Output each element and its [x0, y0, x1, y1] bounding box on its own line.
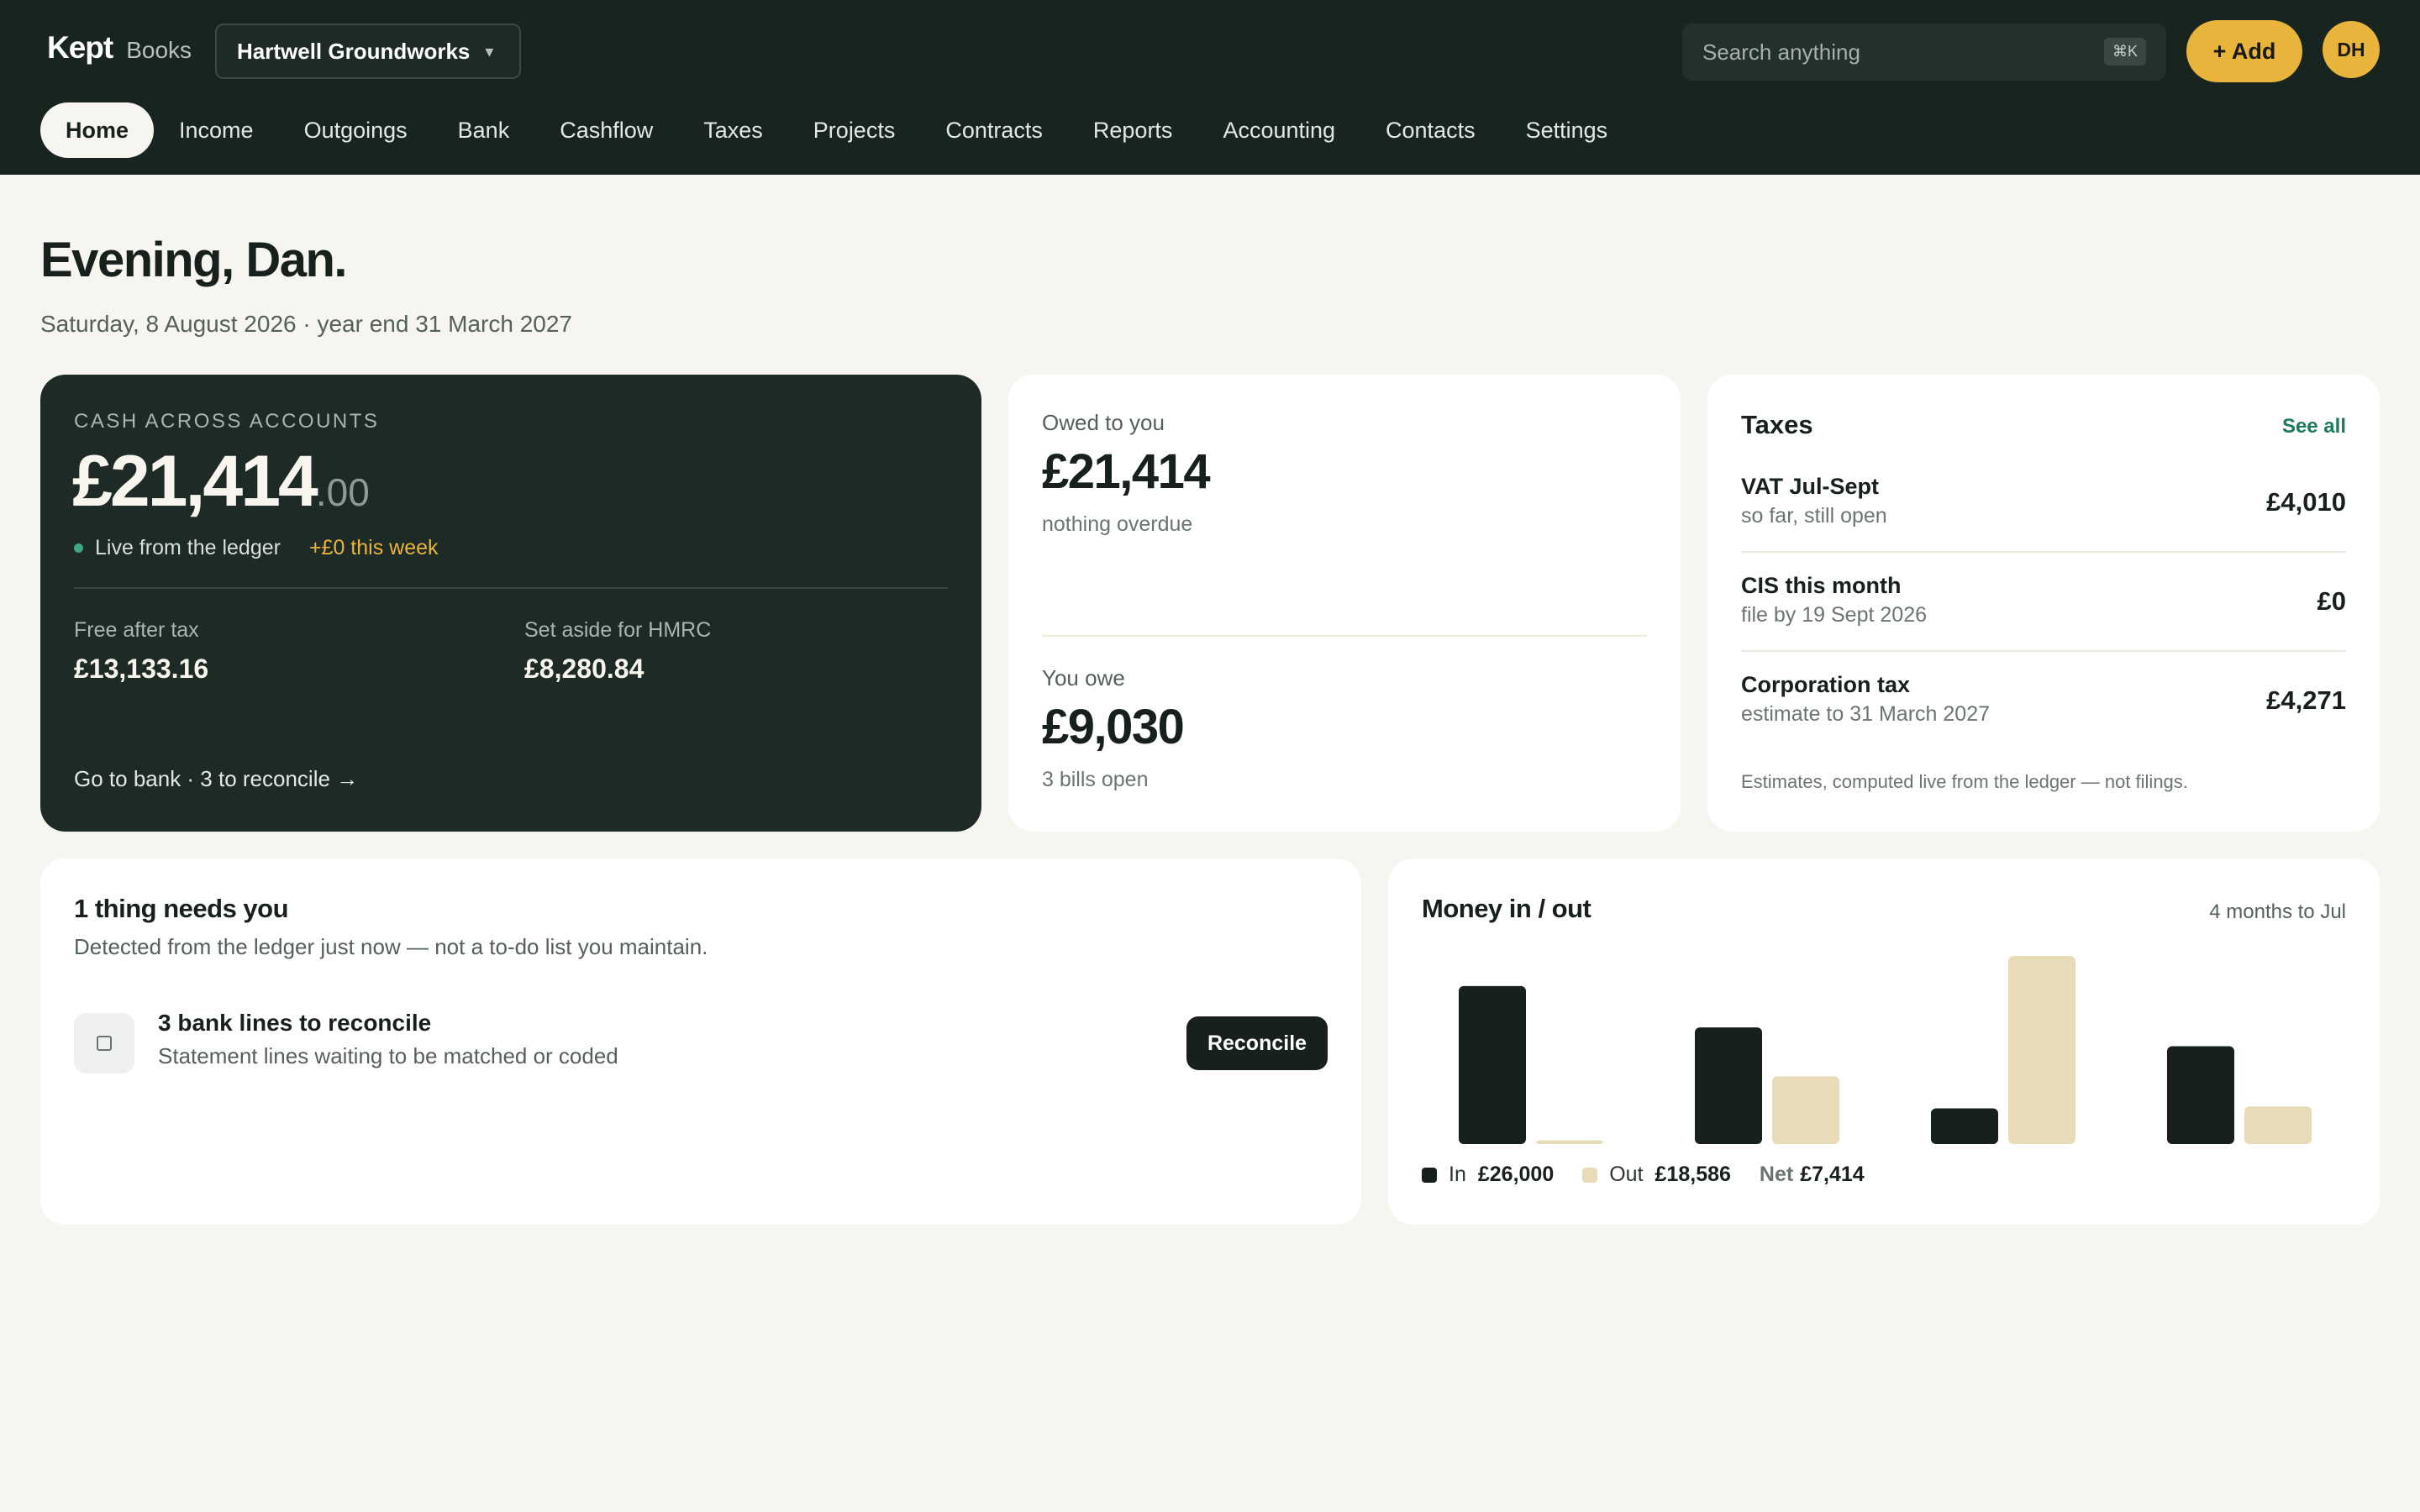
- needs-card: 1 thing needs you Detected from the ledg…: [40, 858, 1361, 1225]
- shortcut-badge: ⌘K: [2103, 38, 2146, 66]
- search-placeholder: Search anything: [1702, 39, 1860, 65]
- tax-desc: estimate to 31 March 2027: [1741, 702, 1990, 726]
- bar-out-2[interactable]: [1772, 1076, 1839, 1144]
- company-name: Hartwell Groundworks: [237, 38, 471, 64]
- brand-sub: Books: [126, 37, 192, 63]
- chevron-down-icon: ▾: [485, 42, 494, 61]
- divider: [1042, 635, 1647, 637]
- see-all-link[interactable]: See all: [2282, 415, 2346, 438]
- needs-title: 1 thing needs you: [74, 894, 289, 923]
- nav-item-bank[interactable]: Bank: [433, 102, 535, 158]
- main-nav: Home Income Outgoings Bank Cashflow Taxes Proj…: [40, 102, 1633, 158]
- cash-amount-decimal: .00: [315, 470, 370, 514]
- bar-in-3[interactable]: [1931, 1108, 1998, 1144]
- avatar[interactable]: DH: [2323, 21, 2380, 78]
- nav-item-taxes[interactable]: Taxes: [678, 102, 788, 158]
- bar-out-4[interactable]: [2244, 1106, 2312, 1144]
- top-bar: Kept Books Hartwell Groundworks ▾ Search…: [0, 0, 2420, 175]
- bar-in-2[interactable]: [1695, 1027, 1762, 1144]
- nav-item-accounting[interactable]: Accounting: [1197, 102, 1360, 158]
- legend-net-label: Net: [1759, 1163, 1794, 1186]
- tax-row-corporation[interactable]: Corporation tax estimate to 31 March 202…: [1741, 672, 2346, 771]
- legend-in-label: In: [1449, 1163, 1466, 1186]
- legend-out-value: £18,586: [1655, 1163, 1731, 1186]
- divider: [1741, 650, 2346, 652]
- bar-in-4[interactable]: [2167, 1046, 2234, 1144]
- you-owe-value[interactable]: £9,030: [1042, 699, 1185, 755]
- legend-in-value: £26,000: [1477, 1163, 1555, 1186]
- tax-amount: £4,271: [2266, 685, 2346, 715]
- live-status: Live from the ledger +£0 this week: [74, 536, 439, 560]
- week-change: +£0 this week: [308, 536, 439, 559]
- legend-out-swatch: [1582, 1167, 1598, 1183]
- legend-in-swatch: [1422, 1167, 1437, 1183]
- tax-name: VAT Jul-Sept: [1741, 474, 1880, 499]
- money-card: Money in / out 4 months to Jul In £26,00…: [1388, 858, 2380, 1225]
- owed-to-you-note: nothing overdue: [1042, 512, 1193, 536]
- chart-legend: In £26,000 Out £18,586 Net £7,414: [1422, 1163, 1893, 1187]
- nav-item-contacts[interactable]: Contacts: [1360, 102, 1501, 158]
- brand-logo[interactable]: Kept Books: [47, 30, 192, 66]
- page-title: Evening, Dan.: [40, 233, 348, 287]
- cash-card: CASH ACROSS ACCOUNTS £21,414.00 Live fro…: [40, 375, 981, 832]
- owed-to-you-label: Owed to you: [1042, 410, 1165, 435]
- taxes-footnote: Estimates, computed live from the ledger…: [1741, 771, 2188, 792]
- owed-to-you-value[interactable]: £21,414: [1042, 444, 1211, 500]
- tax-row-cis[interactable]: CIS this month file by 19 Sept 2026 £0: [1741, 573, 2346, 672]
- free-after-tax-label: Free after tax: [74, 618, 199, 642]
- cash-amount: £21,414.00: [72, 440, 370, 523]
- taxes-card: Taxes See all VAT Jul-Sept so far, still…: [1707, 375, 2380, 832]
- nav-item-outgoings[interactable]: Outgoings: [279, 102, 433, 158]
- you-owe-note: 3 bills open: [1042, 768, 1149, 791]
- page-subtitle: Saturday, 8 August 2026 · year end 31 Ma…: [40, 311, 573, 337]
- tax-row-vat[interactable]: VAT Jul-Sept so far, still open £4,010: [1741, 474, 2346, 573]
- nav-item-contracts[interactable]: Contracts: [920, 102, 1068, 158]
- tax-name: CIS this month: [1741, 573, 1902, 598]
- tax-name: Corporation tax: [1741, 672, 1911, 697]
- live-text: Live from the ledger: [95, 536, 281, 559]
- set-aside-value: £8,280.84: [524, 654, 644, 684]
- set-aside-label: Set aside for HMRC: [524, 618, 712, 642]
- nav-item-income[interactable]: Income: [154, 102, 279, 158]
- bar-out-3[interactable]: [2008, 956, 2075, 1144]
- nav-item-cashflow[interactable]: Cashflow: [534, 102, 678, 158]
- cash-label: CASH ACROSS ACCOUNTS: [74, 410, 380, 433]
- free-after-tax-value: £13,133.16: [74, 654, 209, 684]
- live-dot-icon: [74, 543, 83, 553]
- add-button[interactable]: + Add: [2186, 20, 2302, 82]
- tax-desc: so far, still open: [1741, 504, 1887, 528]
- tax-amount: £0: [2317, 586, 2346, 616]
- divider: [74, 587, 948, 589]
- brand-name: Kept: [47, 30, 113, 65]
- search-input[interactable]: Search anything ⌘K: [1682, 24, 2166, 81]
- tax-amount: £4,010: [2266, 487, 2346, 517]
- bar-in-1[interactable]: [1459, 985, 1526, 1144]
- checkbox-icon: [97, 1036, 112, 1051]
- task-title: 3 bank lines to reconcile: [158, 1010, 432, 1036]
- bar-out-1[interactable]: [1536, 1140, 1603, 1144]
- nav-item-projects[interactable]: Projects: [788, 102, 921, 158]
- owed-card: Owed to you £21,414 nothing overdue You …: [1008, 375, 1681, 832]
- tax-desc: file by 19 Sept 2026: [1741, 603, 1927, 627]
- nav-item-home[interactable]: Home: [40, 102, 155, 158]
- company-switcher[interactable]: Hartwell Groundworks ▾: [215, 24, 521, 79]
- legend-net-value: £7,414: [1800, 1163, 1865, 1186]
- nav-item-settings[interactable]: Settings: [1501, 102, 1634, 158]
- you-owe-label: You owe: [1042, 665, 1125, 690]
- go-to-bank-link[interactable]: Go to bank · 3 to reconcile →: [74, 766, 358, 792]
- task-subtitle: Statement lines waiting to be matched or…: [158, 1043, 618, 1068]
- divider: [1741, 551, 2346, 553]
- taxes-title: Taxes: [1741, 410, 1813, 439]
- cash-amount-whole: £21,414: [72, 441, 318, 522]
- reconcile-button[interactable]: Reconcile: [1186, 1016, 1328, 1070]
- task-checkbox[interactable]: [74, 1013, 134, 1074]
- needs-subtitle: Detected from the ledger just now — not …: [74, 934, 708, 959]
- nav-item-reports[interactable]: Reports: [1068, 102, 1198, 158]
- legend-out-label: Out: [1609, 1163, 1644, 1186]
